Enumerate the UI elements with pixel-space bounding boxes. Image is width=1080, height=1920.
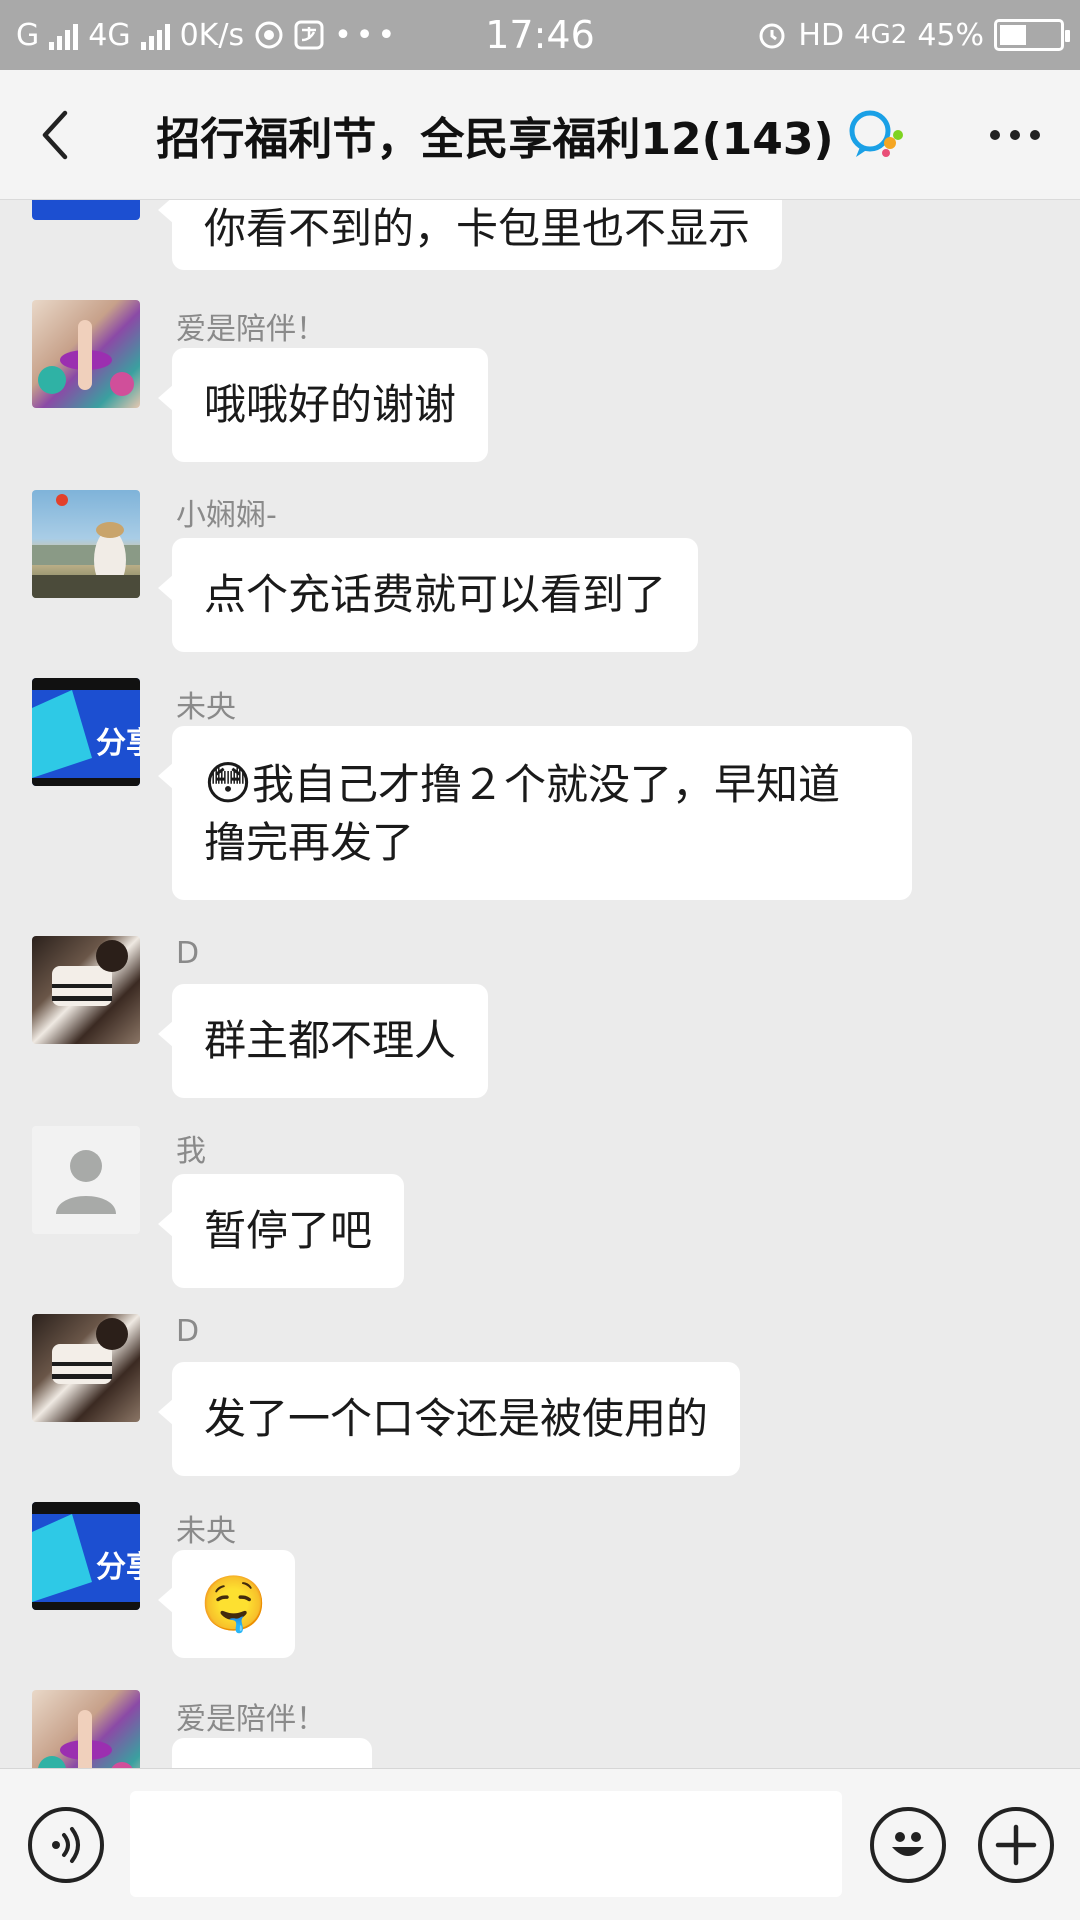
message-list[interactable]: 你看不到的，卡包里也不显示 爱是陪伴！ 哦哦好的谢谢 小娴娴- 点个充话费就可以… <box>0 200 1080 1768</box>
network-label: G <box>16 17 40 53</box>
message-bubble[interactable]: 哦哦好的谢谢 <box>157 348 489 462</box>
message-text-line2: 撸完再发了 <box>204 818 415 867</box>
message-text: 点个充话费就可以看到了 <box>204 570 667 619</box>
net-speed: 0K/s <box>179 17 245 53</box>
d-avatar[interactable] <box>32 936 140 1044</box>
emoji-icon: 😳 <box>204 756 252 810</box>
signal-icon <box>49 20 79 50</box>
chevron-left-icon <box>42 110 68 159</box>
more-dot-icon <box>1030 129 1040 140</box>
d-avatar[interactable] <box>32 1314 140 1422</box>
battery-percent: 45% <box>917 17 984 53</box>
person-icon <box>56 1150 116 1214</box>
share-avatar-label: 分享 <box>96 1550 140 1585</box>
alarm-icon <box>759 23 785 49</box>
message-text: 发了一个口令还是被使用的 <box>204 1394 709 1443</box>
battery-fill <box>1000 25 1026 45</box>
default-avatar[interactable] <box>32 1126 140 1234</box>
portrait-image <box>52 940 128 1006</box>
sender-name: D <box>176 936 200 971</box>
status-left: G 4G 0K/s ••• <box>16 18 399 53</box>
message-bubble[interactable]: 你看不到的，卡包里也不显示 <box>157 200 783 270</box>
message-bubble[interactable]: 点个充话费就可以看到了 <box>157 538 699 652</box>
status-bar: G 4G 0K/s ••• 17:46 HD 4G2 45% <box>0 0 1080 70</box>
battery-icon <box>994 19 1070 51</box>
sender-name: 爱是陪伴！ <box>176 312 326 347</box>
lips-avatar[interactable] <box>32 1690 140 1768</box>
network-4g-label: 4G <box>88 17 131 53</box>
network-4g2-label: 4G2 <box>854 20 908 50</box>
chat-header: 招行福利节，全民享福利12(143) <box>0 70 1080 200</box>
more-dot-icon <box>1010 129 1020 140</box>
sender-name: 我 <box>176 1134 206 1169</box>
more-dot-icon <box>990 129 1000 140</box>
message-bubble[interactable]: 暂停了吧 <box>157 1174 405 1288</box>
sender-name: 未央 <box>176 1514 236 1549</box>
browser-icon <box>255 21 283 49</box>
signal-icon-2 <box>140 20 170 50</box>
sender-name: 爱是陪伴！ <box>176 1702 326 1737</box>
emoji-icon: 🤤 <box>200 1572 268 1635</box>
share-avatar[interactable]: 分享 <box>32 1502 140 1610</box>
message-text: 哦哦好的谢谢 <box>204 380 457 429</box>
message-bubble[interactable]: 🤤 <box>157 1550 296 1658</box>
message-text: 我自己才撸２个就没了，早知道 <box>251 760 840 809</box>
chat-title: 招行福利节，全民享福利12(143) <box>110 103 950 167</box>
lips-avatar[interactable] <box>32 300 140 408</box>
hd-label: HD <box>798 17 845 53</box>
portrait-image <box>38 1710 133 1768</box>
group-chat-icon[interactable] <box>846 109 904 161</box>
sender-name: 未央 <box>176 690 236 725</box>
message-bubble[interactable]: 发了一个口令还是被使用的 <box>157 1362 741 1476</box>
alipay-icon <box>294 20 324 50</box>
plus-icon <box>995 1824 1037 1866</box>
message-bubble[interactable]: 😳我自己才撸２个就没了，早知道 撸完再发了 <box>158 726 912 900</box>
portrait-image <box>32 494 140 598</box>
more-notifications-icon: ••• <box>334 17 400 53</box>
message-input[interactable] <box>130 1791 842 1897</box>
emoji-button[interactable] <box>870 1807 946 1883</box>
portrait-image <box>38 320 134 396</box>
message-text: 暂停了吧 <box>204 1206 373 1255</box>
voice-icon <box>52 1827 80 1863</box>
portrait-image <box>52 1318 128 1384</box>
sender-name: D <box>176 1314 200 1349</box>
share-avatar[interactable] <box>32 200 140 220</box>
voice-button[interactable] <box>28 1807 104 1883</box>
smiley-icon <box>892 1832 924 1856</box>
travel-avatar[interactable] <box>32 490 140 598</box>
input-bar <box>0 1768 1080 1920</box>
message-bubble[interactable]: 群主都不理人 <box>157 984 489 1098</box>
message-text: 你看不到的，卡包里也不显示 <box>204 204 751 253</box>
message-bubble[interactable] <box>172 1738 372 1768</box>
share-avatar[interactable]: 分享 <box>32 678 140 786</box>
more-actions-button[interactable] <box>978 1807 1054 1883</box>
message-text: 群主都不理人 <box>204 1016 457 1065</box>
status-right: HD 4G2 45% <box>756 17 1070 53</box>
back-button[interactable] <box>0 70 110 200</box>
more-options-button[interactable] <box>950 70 1080 200</box>
sender-name: 小娴娴- <box>176 498 277 533</box>
group-name: 招行福利节，全民享福利12(143) <box>156 113 834 165</box>
share-avatar-label: 分享 <box>96 726 140 761</box>
